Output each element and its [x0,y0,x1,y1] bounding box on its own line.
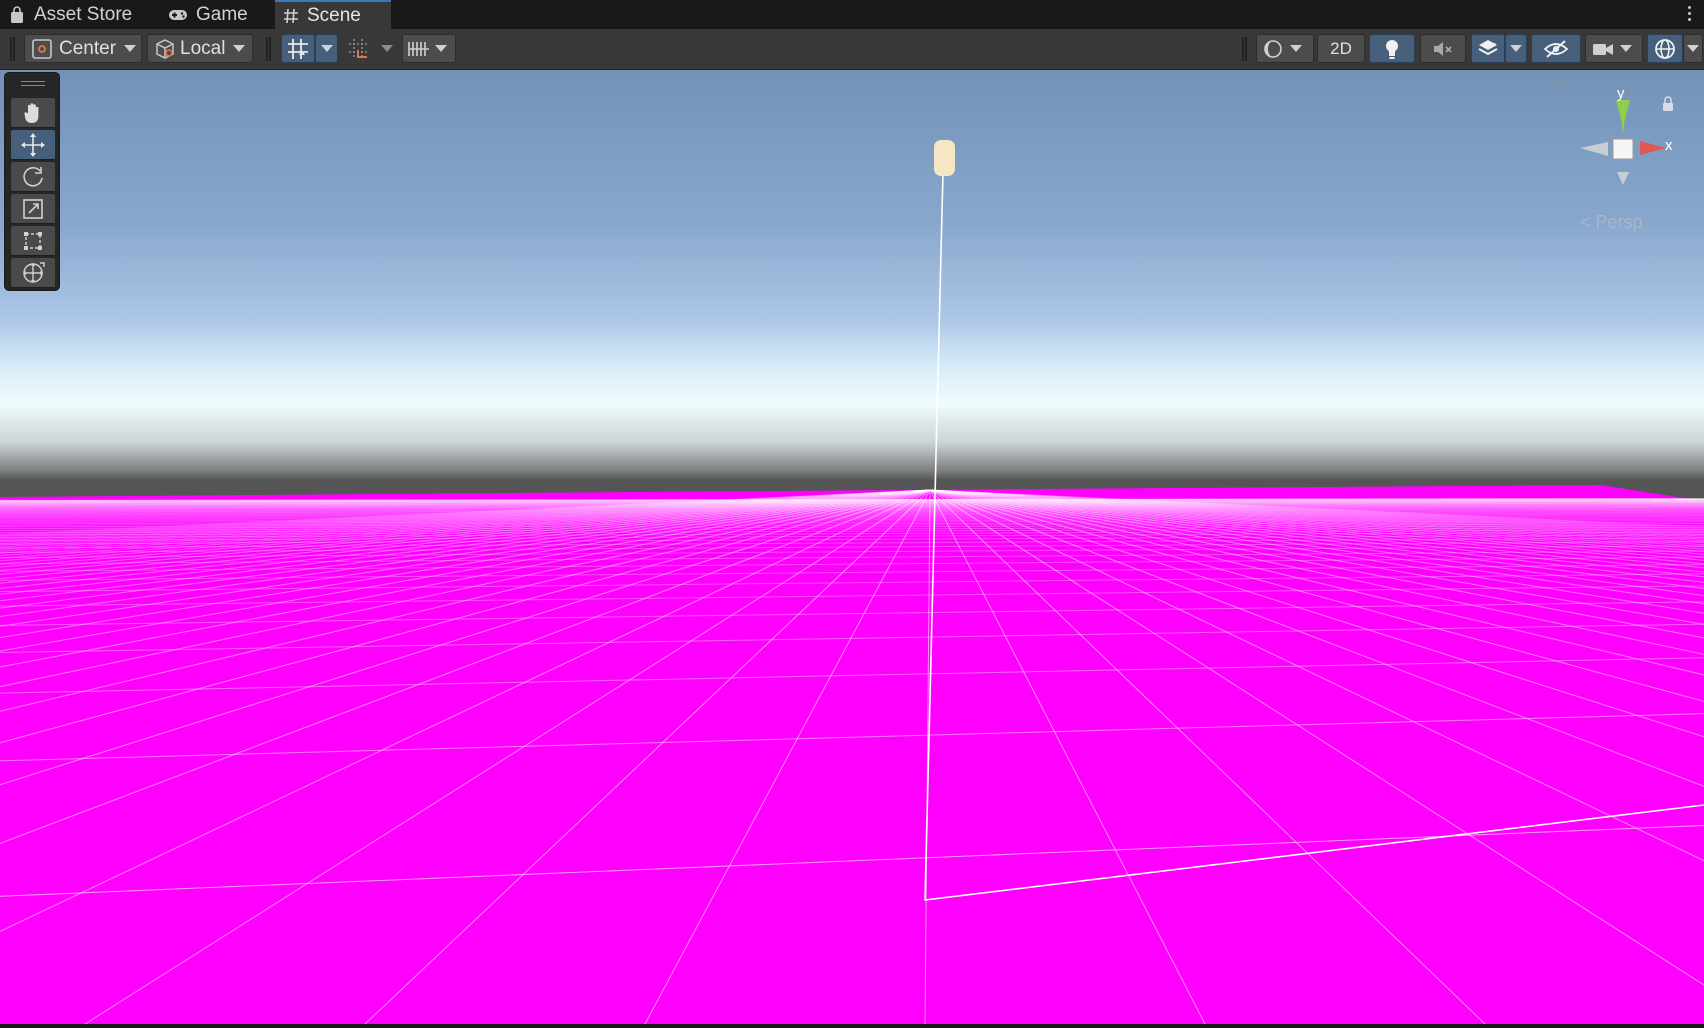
overlay-drag-handle[interactable] [21,81,45,86]
increment-snap-icon [349,38,369,59]
audio-muted-icon [1434,41,1452,56]
audio-toggle-button[interactable] [1420,34,1466,63]
scale-icon [23,198,43,219]
lock-icon[interactable] [1663,96,1673,111]
tools-overlay [4,72,60,291]
shopping-bag-icon [11,5,23,23]
chevron-down-icon [1290,45,1302,52]
toggle-2d-label: 2D [1330,38,1352,58]
grid-toggle-button[interactable] [281,34,315,63]
x-axis-cone[interactable] [1640,141,1666,155]
grid-snap-icon [288,38,308,59]
neg-y-axis-cone[interactable] [1617,172,1629,185]
move-tool[interactable] [11,130,55,160]
more-options-icon[interactable] [1686,4,1692,24]
projection-toggle[interactable]: < Persp [1580,212,1643,233]
pivot-mode-dropdown[interactable]: Center [24,34,142,63]
rect-tool[interactable] [11,226,55,256]
x-axis-label: x [1665,137,1673,154]
lightbulb-icon [1386,39,1398,59]
perspective-chevron-icon: < [1580,212,1591,232]
draw-mode-dropdown[interactable] [1256,34,1314,63]
hand-icon [24,102,39,123]
tab-game[interactable]: Game [160,0,260,29]
pivot-center-icon [32,38,52,59]
gizmo-globe-icon [1655,38,1675,59]
chevron-down-icon [320,45,333,52]
chevron-down-icon [1620,45,1632,52]
scene-camera-dropdown[interactable] [1585,34,1643,63]
chevron-down-icon [1510,45,1522,52]
tab-label: Game [196,3,248,25]
window-tab-bar: Asset Store Game Scene [0,0,1704,30]
gizmos-toggle-button[interactable] [1647,34,1683,63]
viewport-bottom-edge [0,1024,1704,1028]
toolbar-grip[interactable] [1242,37,1247,61]
move-arrows-icon [21,132,45,157]
tab-label: Scene [307,4,361,26]
gizmo-center-cube[interactable] [1612,138,1634,160]
tab-scene[interactable]: Scene [275,0,391,29]
chevron-down-icon [1687,45,1699,52]
tab-asset-store[interactable]: Asset Store [0,0,152,29]
snap-increment-dropdown[interactable] [376,34,398,63]
chevron-down-icon [124,45,137,52]
toolbar-grip[interactable] [10,37,15,61]
scene-viewport[interactable] [0,70,1704,1024]
gamepad-icon [169,9,187,20]
hash-icon [284,8,298,23]
selected-object-handle[interactable] [934,140,955,176]
rect-transform-icon [24,231,42,250]
toggle-2d-button[interactable]: 2D [1317,34,1365,63]
effects-layers-icon [1478,39,1498,55]
lighting-toggle-button[interactable] [1369,34,1415,63]
gizmos-dropdown[interactable] [1683,34,1703,63]
vertex-snap-dropdown[interactable] [402,34,456,63]
chevron-down-icon [233,45,246,52]
scene-toolbar: Center Local 2D [0,29,1704,70]
pivot-rotation-label: Local [180,37,226,59]
effects-toggle-button[interactable] [1471,34,1505,63]
transform-tool[interactable] [11,258,55,288]
eye-hidden-icon [1543,39,1569,58]
pivot-rotation-dropdown[interactable]: Local [147,34,253,63]
camera-icon [1593,43,1613,55]
chevron-down-icon [381,45,393,52]
local-cube-icon [156,38,174,59]
rotate-icon [23,166,43,187]
chevron-down-icon [435,45,447,52]
scene-render [0,140,1704,1024]
rotate-tool[interactable] [11,162,55,192]
toolbar-grip[interactable] [266,37,271,61]
grid-dropdown[interactable] [315,34,338,63]
y-axis-cone-tip [1616,100,1630,127]
snap-increment-button[interactable] [342,34,376,63]
pivot-mode-label: Center [59,37,117,59]
neg-x-axis-cone[interactable] [1580,142,1608,156]
scale-tool[interactable] [11,194,55,224]
shading-sphere-icon [1264,39,1282,58]
projection-label: Persp [1595,212,1643,232]
y-axis-label: y [1617,85,1625,102]
transform-icon [23,261,45,283]
tab-label: Asset Store [34,3,133,25]
hand-tool[interactable] [11,98,55,128]
scene-visibility-button[interactable] [1531,34,1581,63]
ruler-snap-icon [408,41,429,56]
effects-dropdown[interactable] [1505,34,1527,63]
